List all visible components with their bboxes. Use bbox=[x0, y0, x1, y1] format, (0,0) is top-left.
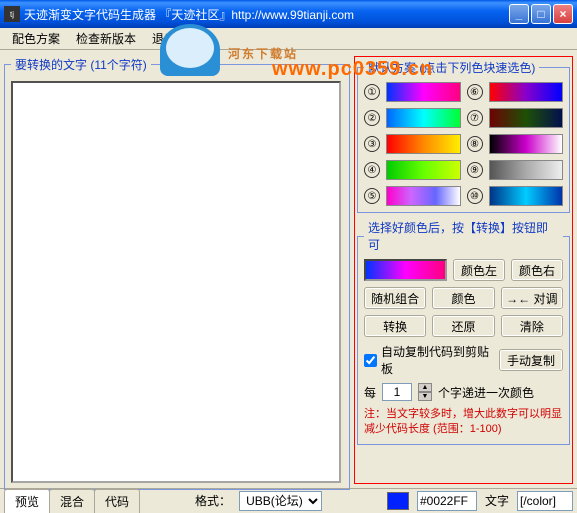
auto-copy-text: 自动复制代码到剪贴板 bbox=[381, 343, 493, 377]
scheme-num-7: ⑦ bbox=[467, 110, 483, 126]
scheme-num-6: ⑥ bbox=[467, 84, 483, 100]
maximize-button[interactable]: □ bbox=[531, 4, 551, 24]
convert-legend: 选择好颜色后，按【转换】按钮即可 bbox=[364, 219, 563, 253]
close-button[interactable]: × bbox=[553, 4, 573, 24]
step-suffix: 个字递进一次颜色 bbox=[438, 384, 534, 401]
text-editor[interactable] bbox=[11, 81, 341, 483]
window-title: 天迹渐变文字代码生成器 『天迹社区』http://www.99tianji.co… bbox=[24, 6, 509, 23]
default-schemes-legend: 默认方案 (点击下列色块速选色) bbox=[364, 59, 539, 76]
scheme-num-5: ⑤ bbox=[364, 188, 380, 204]
clear-button[interactable]: 清除 bbox=[501, 315, 563, 337]
scheme-swatch-9[interactable] bbox=[489, 160, 564, 180]
title-bar: tj 天迹渐变文字代码生成器 『天迹社区』http://www.99tianji… bbox=[0, 0, 577, 28]
step-spinner[interactable]: ▲ ▼ bbox=[418, 383, 432, 401]
text-sample-input[interactable] bbox=[517, 491, 573, 511]
scheme-swatch-4[interactable] bbox=[386, 160, 461, 180]
scheme-swatch-2[interactable] bbox=[386, 108, 461, 128]
scheme-swatch-10[interactable] bbox=[489, 186, 564, 206]
menu-check-update[interactable]: 检查新版本 bbox=[68, 28, 144, 49]
step-note: 注：当文字较多时，增大此数字可以明显减少代码长度 (范围：1-100) bbox=[364, 407, 563, 438]
convert-button[interactable]: 转换 bbox=[364, 315, 426, 337]
spinner-up-icon[interactable]: ▲ bbox=[418, 383, 432, 392]
tab-preview[interactable]: 预览 bbox=[4, 489, 50, 513]
color-hex-input[interactable] bbox=[417, 491, 477, 511]
scheme-num-2: ② bbox=[364, 110, 380, 126]
scheme-num-3: ③ bbox=[364, 136, 380, 152]
color-button[interactable]: 颜色 bbox=[432, 287, 494, 309]
minimize-button[interactable]: _ bbox=[509, 4, 529, 24]
swap-button[interactable]: →← 对调 bbox=[501, 287, 563, 309]
convert-group: 选择好颜色后，按【转换】按钮即可 颜色左 颜色右 随机组合 颜色 →← 对调 转… bbox=[357, 219, 570, 445]
scheme-swatch-7[interactable] bbox=[489, 108, 564, 128]
spinner-down-icon[interactable]: ▼ bbox=[418, 392, 432, 401]
scheme-num-9: ⑨ bbox=[467, 162, 483, 178]
input-text-group: 要转换的文字 (11个字符) bbox=[4, 56, 350, 490]
input-text-legend: 要转换的文字 (11个字符) bbox=[11, 56, 151, 73]
scheme-num-1: ① bbox=[364, 84, 380, 100]
menu-exit[interactable]: 退出 bbox=[144, 28, 184, 49]
restore-button[interactable]: 还原 bbox=[432, 315, 494, 337]
color-right-button[interactable]: 颜色右 bbox=[511, 259, 563, 281]
format-select[interactable]: UBB(论坛) bbox=[239, 491, 322, 511]
manual-copy-button[interactable]: 手动复制 bbox=[499, 349, 563, 371]
random-combo-button[interactable]: 随机组合 bbox=[364, 287, 426, 309]
app-icon: tj bbox=[4, 6, 20, 22]
color-left-button[interactable]: 颜色左 bbox=[453, 259, 505, 281]
tab-code[interactable]: 代码 bbox=[94, 489, 140, 513]
step-input[interactable] bbox=[382, 383, 412, 401]
tab-mix[interactable]: 混合 bbox=[49, 489, 95, 513]
auto-copy-checkbox[interactable] bbox=[364, 354, 377, 367]
menu-bar: 配色方案 检查新版本 退出 bbox=[0, 28, 577, 50]
scheme-swatch-8[interactable] bbox=[489, 134, 564, 154]
scheme-num-10: ⑩ bbox=[467, 188, 483, 204]
scheme-swatch-6[interactable] bbox=[489, 82, 564, 102]
scheme-swatch-1[interactable] bbox=[386, 82, 461, 102]
format-label: 格式： bbox=[195, 492, 231, 509]
step-prefix: 每 bbox=[364, 384, 376, 401]
selected-gradient-preview[interactable] bbox=[364, 259, 447, 281]
auto-copy-checkbox-label[interactable]: 自动复制代码到剪贴板 bbox=[364, 343, 493, 377]
scheme-num-8: ⑧ bbox=[467, 136, 483, 152]
menu-color-scheme[interactable]: 配色方案 bbox=[4, 28, 68, 49]
scheme-swatch-5[interactable] bbox=[386, 186, 461, 206]
scheme-num-4: ④ bbox=[364, 162, 380, 178]
default-schemes-group: 默认方案 (点击下列色块速选色) ① ⑥ ② ⑦ ③ ⑧ ④ ⑨ ⑤ bbox=[357, 59, 570, 213]
current-color-swatch[interactable] bbox=[387, 492, 409, 510]
bottom-bar: 预览 混合 代码 格式： UBB(论坛) 文字 bbox=[0, 488, 577, 512]
scheme-swatch-3[interactable] bbox=[386, 134, 461, 154]
text-label: 文字 bbox=[485, 492, 509, 509]
